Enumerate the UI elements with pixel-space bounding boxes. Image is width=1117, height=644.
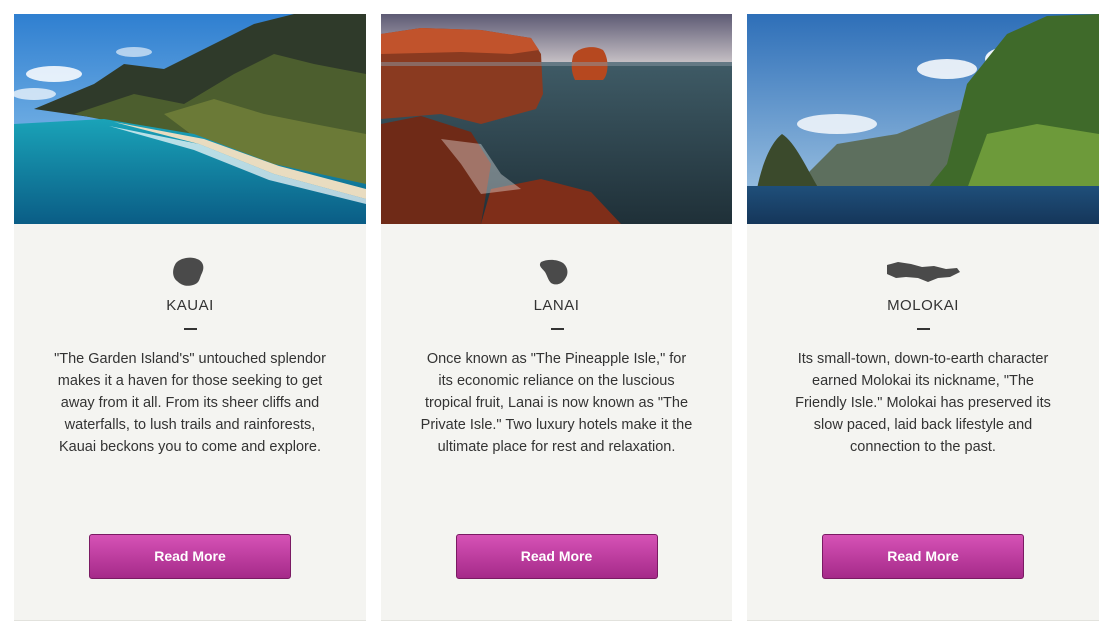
lanai-photo xyxy=(381,14,732,224)
read-more-button-lanai[interactable]: Read More xyxy=(455,534,658,579)
kauai-island-icon xyxy=(145,254,235,290)
molokai-island-icon xyxy=(878,254,968,290)
card-title: MOLOKAI xyxy=(887,297,959,314)
island-cards: KAUAI "The Garden Island's" untouched sp… xyxy=(0,0,1117,644)
card-title: KAUAI xyxy=(166,297,214,314)
title-divider xyxy=(550,328,564,330)
read-more-button-molokai[interactable]: Read More xyxy=(822,534,1024,579)
title-divider xyxy=(917,328,930,330)
molokai-photo xyxy=(747,14,1099,224)
lanai-island-icon xyxy=(512,254,602,290)
card-description: "The Garden Island's" untouched splendor… xyxy=(54,351,326,455)
card-kauai: KAUAI "The Garden Island's" untouched sp… xyxy=(14,14,366,620)
card-lanai: LANAI Once known as "The Pineapple Isle,… xyxy=(381,14,732,620)
title-divider xyxy=(184,328,197,330)
card-description: Its small-town, down-to-earth character … xyxy=(795,351,1051,455)
card-title: LANAI xyxy=(533,297,580,314)
card-description: Once known as "The Pineapple Isle," for … xyxy=(420,351,693,455)
card-molokai: MOLOKAI Its small-town, down-to-earth ch… xyxy=(747,14,1099,620)
kauai-photo xyxy=(14,14,366,224)
read-more-button-kauai[interactable]: Read More xyxy=(89,534,291,579)
